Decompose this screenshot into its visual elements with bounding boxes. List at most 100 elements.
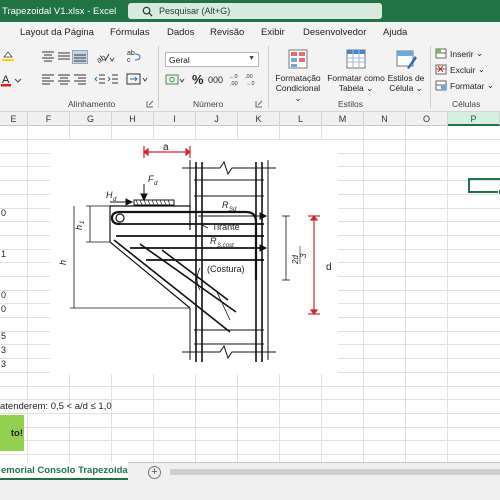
- chevron-down-icon: ▼: [248, 55, 255, 62]
- cell-value[interactable]: 0: [1, 290, 6, 300]
- column-header-p[interactable]: P: [448, 112, 500, 126]
- delete-icon: [435, 64, 447, 75]
- gridline: [447, 126, 448, 462]
- hd-label: H: [106, 190, 113, 200]
- cell-value[interactable]: 3: [1, 359, 6, 369]
- cell-value[interactable]: 3: [1, 345, 6, 355]
- align-bottom-button[interactable]: [72, 50, 88, 64]
- conditional-formatting-icon: [288, 49, 308, 69]
- status-bar: [0, 484, 500, 500]
- ribbon-tabs: Layout da Página Fórmulas Dados Revisão …: [0, 22, 500, 42]
- ratio-note[interactable]: atenderem: 0,5 < a/d ≤ 1,0: [0, 401, 112, 412]
- gridline: [0, 386, 500, 387]
- rs-cost-subscript: S,cost: [217, 243, 234, 249]
- increase-indent-button[interactable]: [107, 72, 119, 86]
- column-header-o[interactable]: O: [406, 112, 448, 126]
- increase-decimal-button[interactable]: ←0,00: [229, 72, 243, 88]
- ok-status-cell[interactable]: to!: [0, 415, 24, 451]
- align-middle-button[interactable]: [56, 50, 72, 64]
- svg-text:,00: ,00: [230, 81, 238, 87]
- separator: [430, 46, 431, 108]
- column-header-i[interactable]: I: [154, 112, 196, 126]
- styles-group-label: Estilos: [338, 99, 364, 109]
- column-header-g[interactable]: G: [70, 112, 112, 126]
- column-header-j[interactable]: J: [196, 112, 238, 126]
- conditional-formatting-button[interactable]: Formatação Condicional ⌄: [272, 48, 324, 103]
- thousands-symbol: 000: [208, 75, 224, 85]
- cell-value[interactable]: 5: [1, 331, 6, 341]
- svg-text:ab: ab: [97, 52, 108, 63]
- cell-value[interactable]: 1: [1, 249, 6, 259]
- gridline: [0, 399, 500, 400]
- align-center-button[interactable]: [56, 72, 72, 86]
- font-color-icon[interactable]: A: [1, 72, 23, 88]
- search-placeholder: Pesquisar (Alt+G): [159, 6, 231, 16]
- active-cell-selection[interactable]: [468, 178, 500, 195]
- decrease-decimal-button[interactable]: ,00 →0: [245, 72, 259, 88]
- column-header-l[interactable]: L: [280, 112, 322, 126]
- trapezoidal-corbel-diagram[interactable]: a F d H d R Sd Tirante R S,cost (Costura…: [50, 140, 338, 374]
- fill-color-icon[interactable]: [1, 48, 15, 62]
- column-header-n[interactable]: N: [364, 112, 406, 126]
- rs-cost-label: R: [210, 236, 217, 246]
- cell-value[interactable]: 0: [1, 304, 6, 314]
- align-top-button[interactable]: [40, 50, 56, 64]
- tab-formulas[interactable]: Fórmulas: [110, 27, 150, 38]
- tab-view[interactable]: Exibir: [261, 27, 285, 38]
- svg-text:ab: ab: [127, 50, 135, 57]
- comma-style-button[interactable]: 000: [208, 75, 223, 85]
- merge-center-button[interactable]: [126, 72, 150, 86]
- percent-style-button[interactable]: %: [192, 72, 204, 87]
- search-icon: [142, 6, 153, 17]
- gridline: [363, 126, 364, 462]
- number-format-dropdown[interactable]: Geral ▼: [165, 52, 259, 67]
- format-as-table-icon: [346, 49, 366, 69]
- column-header-e[interactable]: E: [0, 112, 28, 126]
- insert-button[interactable]: Inserir ⌄: [435, 48, 483, 59]
- column-header-k[interactable]: K: [238, 112, 280, 126]
- format-as-table-button[interactable]: Formatar como Tabela ⌄: [326, 48, 386, 93]
- number-dialog-launcher-icon[interactable]: [254, 99, 264, 109]
- delete-button[interactable]: Excluir ⌄: [435, 64, 485, 75]
- decrease-indent-button[interactable]: [94, 72, 106, 86]
- accounting-format-button[interactable]: [165, 72, 187, 88]
- tirante-label: Tirante: [212, 222, 240, 232]
- tab-page-layout[interactable]: Layout da Página: [20, 27, 94, 38]
- format-button[interactable]: Formatar ⌄: [435, 80, 494, 91]
- tab-developer[interactable]: Desenvolvedor: [303, 27, 366, 38]
- gridline: [0, 427, 500, 428]
- format-label: Formatar: [450, 80, 485, 91]
- h1-label: h: [74, 225, 84, 230]
- rsd-subscript: Sd: [229, 207, 237, 213]
- window-title: Trapezoidal V1.xlsx - Excel: [2, 5, 117, 17]
- cell-styles-button[interactable]: Estilos de Célula ⌄: [386, 48, 426, 93]
- column-header-m[interactable]: M: [322, 112, 364, 126]
- corbel-diagram-svg: a F d H d R Sd Tirante R S,cost (Costura…: [58, 142, 332, 362]
- cell-styles-icon: [396, 50, 417, 69]
- worksheet-grid[interactable]: 0 1 0 0 5 3 3 a F d H d R Sd Tirante R S…: [0, 126, 500, 462]
- column-header-f[interactable]: F: [28, 112, 70, 126]
- fd-subscript: d: [154, 181, 158, 187]
- costura-label: (Costura): [207, 264, 245, 274]
- tab-data[interactable]: Dados: [167, 27, 194, 38]
- sheet-tab-memorial[interactable]: emorial Consolo Trapezoidal: [0, 462, 128, 480]
- wrap-text-button[interactable]: ab c: [126, 48, 142, 64]
- cells-group-label: Células: [452, 99, 481, 109]
- alignment-dialog-launcher-icon[interactable]: [145, 99, 155, 109]
- percent-symbol: %: [192, 72, 204, 87]
- align-right-button[interactable]: [72, 72, 88, 86]
- delete-label: Excluir: [450, 64, 476, 75]
- two-thirds-d-denominator: 3: [299, 253, 308, 258]
- tab-review[interactable]: Revisão: [210, 27, 244, 38]
- search-input[interactable]: Pesquisar (Alt+G): [128, 3, 382, 19]
- svg-text:→0: →0: [246, 81, 255, 87]
- tab-help[interactable]: Ajuda: [383, 27, 407, 38]
- h-label: h: [58, 260, 68, 265]
- align-left-button[interactable]: [40, 72, 56, 86]
- column-header-h[interactable]: H: [112, 112, 154, 126]
- conditional-formatting-label-2: Condicional: [275, 83, 321, 93]
- orientation-button[interactable]: ab: [96, 50, 116, 64]
- horizontal-scrollbar[interactable]: [170, 467, 500, 477]
- add-sheet-button[interactable]: +: [148, 466, 161, 479]
- cell-value[interactable]: 0: [1, 208, 6, 218]
